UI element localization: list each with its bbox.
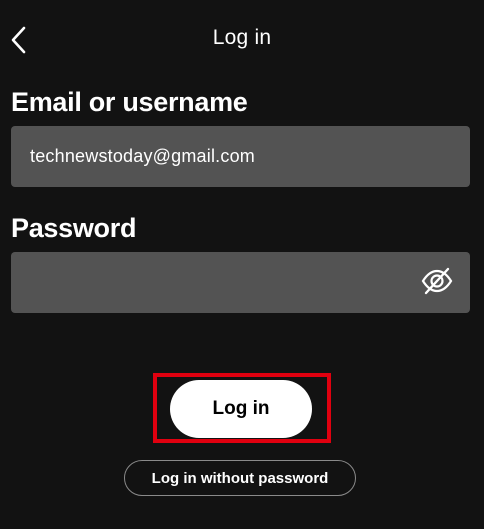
email-field[interactable]: technewstoday@gmail.com <box>11 126 470 187</box>
show-password-toggle[interactable] <box>420 266 454 300</box>
password-field[interactable] <box>11 252 470 313</box>
eye-off-icon <box>421 266 453 301</box>
login-without-password-button[interactable]: Log in without password <box>124 460 356 496</box>
page-title: Log in <box>212 26 272 49</box>
email-value: technewstoday@gmail.com <box>30 146 255 166</box>
top-bar: Log in <box>0 0 484 78</box>
password-label: Password <box>11 213 137 243</box>
login-screen: Log in Email or username technewstoday@g… <box>0 0 484 529</box>
email-label: Email or username <box>11 87 248 117</box>
login-button[interactable]: Log in <box>170 380 312 438</box>
